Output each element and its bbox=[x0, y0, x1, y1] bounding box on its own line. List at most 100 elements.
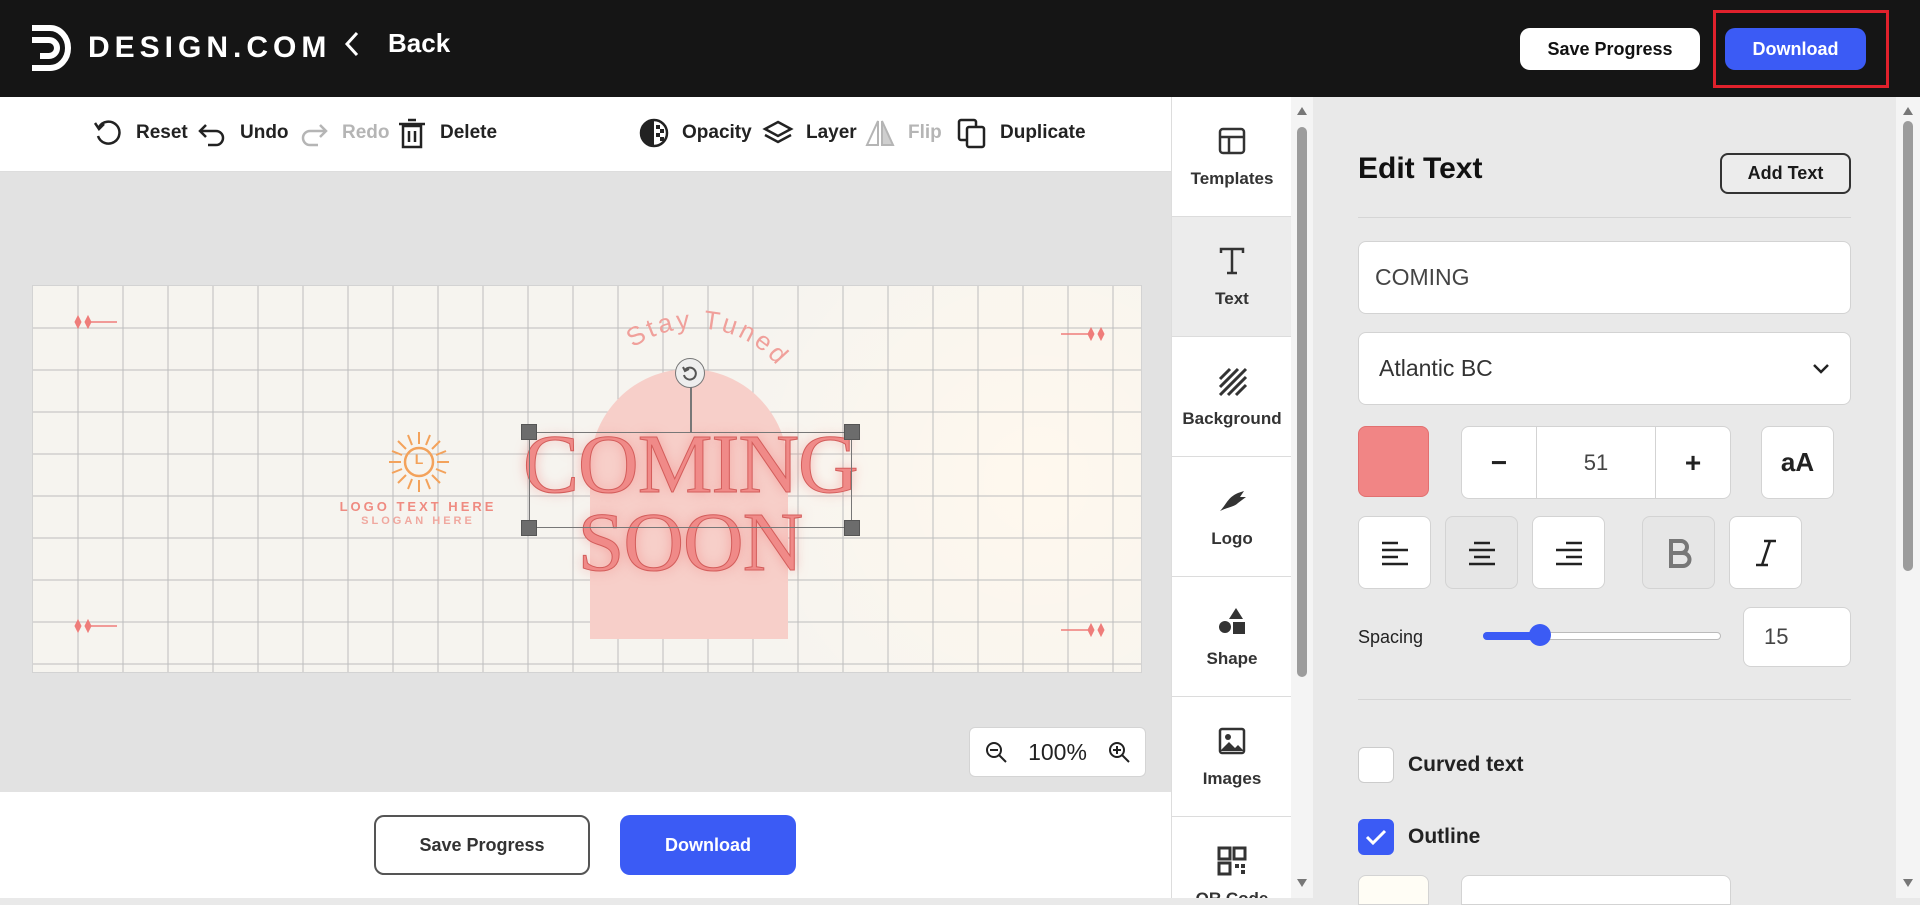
opacity-button[interactable]: Opacity bbox=[638, 115, 752, 151]
brand-logo[interactable]: DESIGN.COM bbox=[28, 22, 331, 74]
trash-icon bbox=[399, 118, 425, 149]
sidebar-scroll-thumb[interactable] bbox=[1297, 127, 1307, 677]
logo-letter: L bbox=[414, 451, 424, 467]
resize-handle-bottom-left[interactable] bbox=[521, 520, 537, 536]
back-label: Back bbox=[388, 28, 451, 58]
layer-button[interactable]: Layer bbox=[762, 115, 857, 151]
footer-save-progress-button[interactable]: Save Progress bbox=[374, 815, 590, 875]
undo-button[interactable]: Undo bbox=[196, 115, 289, 151]
panel-scroll-down-arrow[interactable] bbox=[1903, 879, 1913, 887]
font-size-decrease-button[interactable]: − bbox=[1462, 427, 1536, 498]
shape-icon bbox=[1219, 607, 1245, 634]
reset-button[interactable]: Reset bbox=[92, 115, 188, 151]
font-size-increase-button[interactable]: + bbox=[1656, 427, 1730, 498]
outline-width-stepper[interactable] bbox=[1461, 875, 1731, 905]
sidebar-item-background[interactable]: Background bbox=[1172, 337, 1291, 457]
zoom-out-icon[interactable] bbox=[984, 740, 1008, 764]
sidebar-item-images[interactable]: Images bbox=[1172, 697, 1291, 817]
delete-button[interactable]: Delete bbox=[396, 115, 497, 151]
redo-label: Redo bbox=[342, 122, 390, 143]
duplicate-button[interactable]: Duplicate bbox=[956, 115, 1086, 151]
outline-label: Outline bbox=[1408, 825, 1481, 848]
resize-handle-bottom-right[interactable] bbox=[844, 520, 860, 536]
text-color-swatch[interactable] bbox=[1358, 426, 1429, 497]
panel-scroll-up-arrow[interactable] bbox=[1903, 107, 1913, 115]
align-center-button[interactable] bbox=[1445, 516, 1518, 589]
delete-label: Delete bbox=[440, 122, 498, 143]
add-text-button[interactable]: Add Text bbox=[1720, 153, 1851, 194]
flip-label: Flip bbox=[908, 122, 942, 143]
duplicate-label: Duplicate bbox=[1000, 122, 1086, 143]
background-icon bbox=[1218, 367, 1248, 396]
layers-icon bbox=[762, 120, 794, 144]
rotate-handle[interactable] bbox=[675, 358, 705, 388]
curved-text-option[interactable]: Curved text bbox=[1358, 747, 1524, 783]
bottom-action-bar: Save Progress Download bbox=[0, 792, 1171, 898]
outline-checkbox[interactable] bbox=[1358, 819, 1394, 855]
font-name: Atlantic BC bbox=[1379, 355, 1493, 381]
logo-slogan[interactable]: SLOGAN HERE bbox=[333, 515, 503, 527]
outline-color-swatch[interactable] bbox=[1358, 875, 1429, 905]
outline-option[interactable]: Outline bbox=[1358, 819, 1480, 855]
spacing-value-input[interactable]: 15 bbox=[1743, 607, 1851, 667]
zoom-control: 100% bbox=[969, 727, 1146, 777]
scroll-up-arrow[interactable] bbox=[1297, 107, 1307, 115]
opacity-icon bbox=[639, 118, 669, 148]
sidebar-item-logo[interactable]: Logo bbox=[1172, 457, 1291, 577]
align-left-button[interactable] bbox=[1358, 516, 1431, 589]
curved-text-label: Curved text bbox=[1408, 753, 1524, 776]
sidebar-item-text[interactable]: Text bbox=[1172, 217, 1291, 337]
images-icon bbox=[1218, 727, 1246, 754]
curved-text-stay-tuned: Stay Tuned bbox=[621, 304, 794, 371]
spacing-slider-knob[interactable] bbox=[1529, 624, 1552, 646]
font-size-value[interactable]: 51 bbox=[1536, 427, 1656, 498]
panel-title: Edit Text bbox=[1358, 152, 1483, 185]
opacity-label: Opacity bbox=[682, 122, 752, 143]
divider bbox=[1358, 217, 1851, 218]
undo-icon bbox=[198, 124, 225, 147]
sidebar-item-shape[interactable]: Shape bbox=[1172, 577, 1291, 697]
canvas-workspace: Stay Tuned L LOGO TEXT HERE SLOGAN HERE … bbox=[0, 172, 1171, 792]
chevron-down-icon bbox=[1813, 363, 1829, 374]
align-right-icon bbox=[1555, 541, 1582, 565]
font-size-stepper: − 51 + bbox=[1461, 426, 1731, 499]
resize-handle-top-left[interactable] bbox=[521, 424, 537, 440]
footer-download-button[interactable]: Download bbox=[620, 815, 796, 875]
curved-text-checkbox[interactable] bbox=[1358, 747, 1394, 783]
text-case-label: aA bbox=[1780, 447, 1815, 477]
text-case-button[interactable]: aA bbox=[1761, 426, 1834, 499]
checkmark-icon bbox=[1365, 829, 1387, 846]
brand-name: DESIGN.COM bbox=[88, 31, 332, 64]
logo-text[interactable]: LOGO TEXT HERE bbox=[333, 499, 503, 514]
panel-scrollbar[interactable] bbox=[1896, 97, 1920, 898]
header-download-button[interactable]: Download bbox=[1725, 28, 1866, 70]
sidebar-item-templates[interactable]: Templates bbox=[1172, 97, 1291, 217]
qr-code-icon bbox=[1217, 846, 1247, 875]
edit-text-panel: Edit Text Add Text COMING Atlantic BC − … bbox=[1313, 97, 1896, 905]
bold-button[interactable] bbox=[1642, 516, 1715, 589]
zoom-in-icon[interactable] bbox=[1107, 740, 1131, 764]
scroll-down-arrow[interactable] bbox=[1297, 879, 1307, 887]
spacing-label: Spacing bbox=[1358, 627, 1424, 647]
align-right-button[interactable] bbox=[1532, 516, 1605, 589]
panel-scroll-thumb[interactable] bbox=[1903, 121, 1913, 571]
resize-handle-top-right[interactable] bbox=[844, 424, 860, 440]
font-family-select[interactable]: Atlantic BC bbox=[1358, 332, 1851, 405]
design-canvas[interactable]: Stay Tuned L LOGO TEXT HERE SLOGAN HERE … bbox=[32, 285, 1142, 673]
header-save-progress-button[interactable]: Save Progress bbox=[1520, 28, 1700, 70]
italic-button[interactable] bbox=[1729, 516, 1802, 589]
design-logo-icon bbox=[32, 25, 71, 71]
tool-sidebar: Templates Text Background Logo Shape Ima… bbox=[1171, 97, 1291, 898]
logo-icon bbox=[1220, 490, 1246, 511]
flip-button[interactable]: Flip bbox=[864, 115, 942, 151]
selection-box[interactable] bbox=[529, 432, 852, 528]
divider bbox=[1358, 699, 1851, 700]
spacing-slider[interactable] bbox=[1483, 624, 1721, 646]
sidebar-item-qr-code[interactable]: QR Code bbox=[1172, 817, 1291, 898]
chevron-left-icon bbox=[344, 31, 359, 56]
text-content-input[interactable]: COMING bbox=[1358, 241, 1851, 314]
top-bar: DESIGN.COM Back Save Progress Download bbox=[0, 0, 1920, 97]
back-button[interactable]: Back bbox=[342, 28, 450, 59]
sidebar-scrollbar[interactable] bbox=[1291, 97, 1313, 898]
redo-button[interactable]: Redo bbox=[298, 115, 390, 151]
